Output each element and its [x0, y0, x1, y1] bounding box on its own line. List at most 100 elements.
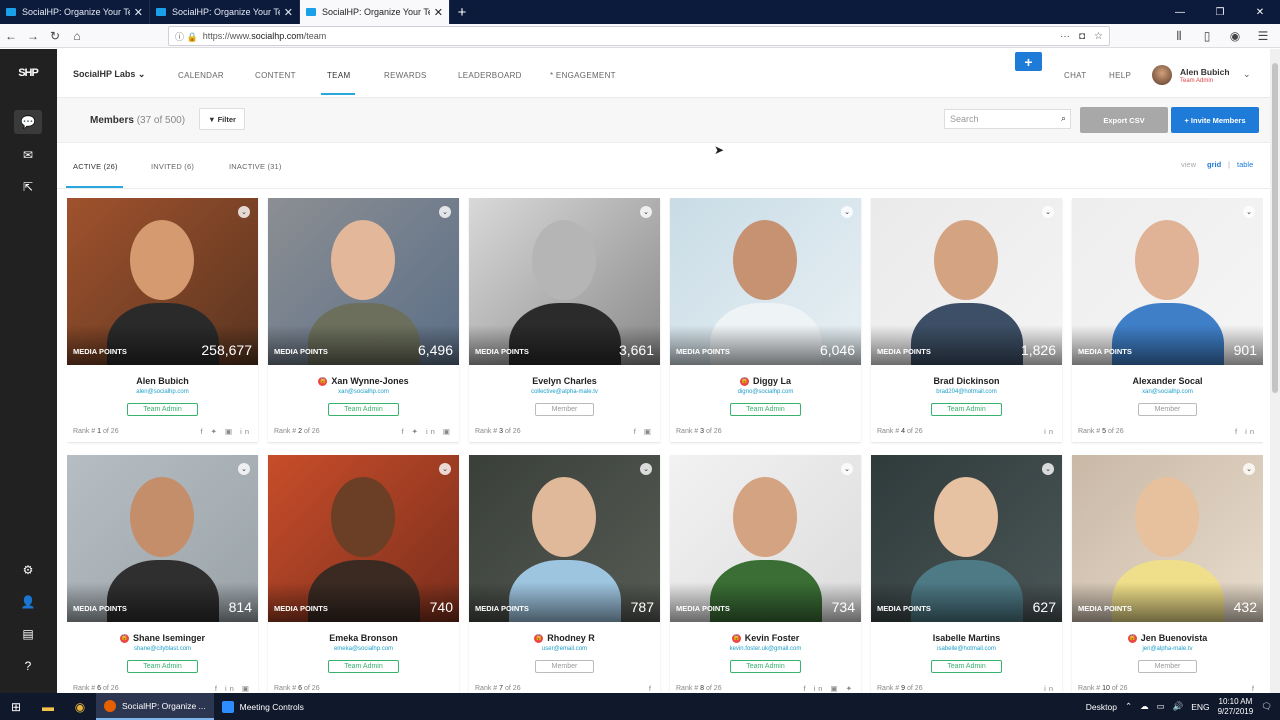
nav-chat[interactable]: CHAT [1064, 71, 1086, 80]
member-photo[interactable]: MEDIA POINTS 6,046 ⌄ [670, 198, 861, 365]
sidebar-toggle-icon[interactable]: ▯ [1196, 25, 1218, 47]
user-icon[interactable]: 👤 [14, 590, 42, 614]
mail-icon[interactable]: ✉ [14, 143, 42, 167]
member-name[interactable]: Alen Bubich [67, 376, 258, 386]
view-grid-toggle[interactable]: grid [1207, 160, 1221, 169]
member-name[interactable]: Brad Dickinson [871, 376, 1062, 386]
member-name[interactable]: Alexander Socal [1072, 376, 1263, 386]
member-card[interactable]: MEDIA POINTS 432 ⌄ 🔒 Jen Buenovista jen@alpha… [1072, 455, 1263, 693]
member-name[interactable]: 🔒 Rhodney R [469, 633, 660, 644]
member-photo[interactable]: MEDIA POINTS 3,661 ⌄ [469, 198, 660, 365]
role-badge[interactable]: Team Admin [328, 660, 399, 673]
tab-invited[interactable]: INVITED (6) [151, 162, 194, 171]
member-email[interactable]: collective@alpha-male.tv [469, 389, 660, 395]
member-photo[interactable]: MEDIA POINTS 432 ⌄ [1072, 455, 1263, 622]
member-name[interactable]: 🔒 Diggy La [670, 376, 861, 387]
library-icon[interactable]: ⫴ [1168, 25, 1190, 47]
member-email[interactable]: alen@socialhp.com [67, 389, 258, 395]
member-email[interactable]: digno@socialhp.com [670, 389, 861, 395]
member-photo[interactable]: MEDIA POINTS 901 ⌄ [1072, 198, 1263, 365]
chevron-down-icon[interactable]: ⌄ [841, 463, 853, 475]
nav-team[interactable]: TEAM [327, 71, 350, 80]
member-email[interactable]: user@email.com [469, 646, 660, 652]
new-tab-icon[interactable]: + [450, 0, 474, 24]
taskbar-app-firefox[interactable]: SocialHP: Organize ... [96, 693, 214, 720]
chevron-down-icon[interactable]: ⌄ [1042, 206, 1054, 218]
view-table-toggle[interactable]: table [1237, 160, 1253, 169]
chevron-down-icon[interactable]: ⌄ [640, 463, 652, 475]
social-links[interactable]: f in ▣ [215, 684, 252, 693]
forward-icon[interactable]: → [22, 25, 44, 47]
role-badge[interactable]: Team Admin [730, 403, 801, 416]
filter-button[interactable]: ▼ Filter [199, 108, 245, 130]
role-badge[interactable]: Team Admin [127, 660, 198, 673]
member-email[interactable]: emeka@socialhp.com [268, 646, 459, 652]
member-photo[interactable]: MEDIA POINTS 814 ⌄ [67, 455, 258, 622]
app-logo[interactable]: SHP [14, 61, 42, 85]
social-links[interactable]: f ✦ in ▣ [401, 427, 453, 436]
close-window-icon[interactable]: ✕ [1240, 0, 1280, 24]
member-photo[interactable]: MEDIA POINTS 1,826 ⌄ [871, 198, 1062, 365]
social-links[interactable]: f in [1235, 427, 1257, 436]
chrome-icon[interactable]: ◉ [64, 693, 96, 720]
export-csv-button[interactable]: Export CSV [1080, 107, 1168, 133]
member-name[interactable]: Evelyn Charles [469, 376, 660, 386]
chevron-down-icon[interactable]: ⌄ [1243, 463, 1255, 475]
social-links[interactable]: f ✦ ▣ in [200, 427, 252, 436]
search-icon[interactable]: ⌕ [1061, 113, 1066, 124]
role-badge[interactable]: Team Admin [931, 660, 1002, 673]
member-card[interactable]: MEDIA POINTS 258,677 ⌄ Alen Bubich alen@soci… [67, 198, 258, 442]
chevron-down-icon[interactable]: ⌄ [238, 463, 250, 475]
nav-rewards[interactable]: REWARDS [384, 71, 427, 80]
member-email[interactable]: jen@alpha-male.tv [1072, 646, 1263, 652]
member-name[interactable]: 🔒 Shane Iseminger [67, 633, 258, 644]
member-card[interactable]: MEDIA POINTS 734 ⌄ 🔒 Kevin Foster kevin.foste… [670, 455, 861, 693]
member-email[interactable]: shane@cityblast.com [67, 646, 258, 652]
account-icon[interactable]: ◉ [1224, 25, 1246, 47]
menu-icon[interactable]: ☰ [1252, 25, 1274, 47]
gear-icon[interactable]: ⚙ [14, 558, 42, 582]
member-photo[interactable]: MEDIA POINTS 787 ⌄ [469, 455, 660, 622]
close-tab-icon[interactable]: ✕ [134, 6, 143, 19]
social-links[interactable]: f [1252, 684, 1257, 693]
member-email[interactable]: xan@socialhp.com [1072, 389, 1263, 395]
nav-help[interactable]: HELP [1109, 71, 1131, 80]
role-badge[interactable]: Team Admin [931, 403, 1002, 416]
org-switcher[interactable]: SocialHP Labs ⌄ [73, 69, 145, 80]
member-card[interactable]: MEDIA POINTS 787 ⌄ 🔒 Rhodney R user@email.com… [469, 455, 660, 693]
browser-tab-active[interactable]: SocialHP: Organize Your Team ✕ [300, 0, 450, 24]
role-badge[interactable]: Team Admin [328, 403, 399, 416]
clock[interactable]: 10:10 AM 9/27/2019 [1218, 697, 1254, 717]
member-card[interactable]: MEDIA POINTS 6,046 ⌄ 🔒 Diggy La digno@socialh… [670, 198, 861, 442]
role-badge[interactable]: Team Admin [730, 660, 801, 673]
taskbar-app-zoom[interactable]: Meeting Controls [214, 693, 312, 720]
chevron-down-icon[interactable]: ⌄ [841, 206, 853, 218]
restore-icon[interactable]: ❐ [1200, 0, 1240, 24]
document-icon[interactable]: ▤ [14, 622, 42, 646]
member-card[interactable]: MEDIA POINTS 1,826 ⌄ Brad Dickinson brad204@… [871, 198, 1062, 442]
member-name[interactable]: 🔒 Kevin Foster [670, 633, 861, 644]
role-badge[interactable]: Team Admin [127, 403, 198, 416]
nav-calendar[interactable]: CALENDAR [178, 71, 224, 80]
social-links[interactable]: in [1044, 684, 1056, 693]
address-bar[interactable]: ⓘ 🔒 https://www.socialhp.com/team ··· ◘ ☆ [168, 26, 1110, 46]
page-scrollbar[interactable] [1270, 49, 1280, 693]
social-links[interactable]: f ▣ [634, 427, 654, 436]
member-name[interactable]: Isabelle Martins [871, 633, 1062, 643]
file-explorer-icon[interactable]: ▬ [32, 693, 64, 720]
member-name[interactable]: Emeka Bronson [268, 633, 459, 643]
member-photo[interactable]: MEDIA POINTS 6,496 ⌄ [268, 198, 459, 365]
close-tab-icon[interactable]: ✕ [434, 6, 443, 19]
chevron-down-icon[interactable]: ⌄ [640, 206, 652, 218]
language-indicator[interactable]: ENG [1191, 702, 1209, 712]
cloud-icon[interactable]: ☁ [1140, 701, 1149, 712]
social-links[interactable]: in [1044, 427, 1056, 436]
member-card[interactable]: MEDIA POINTS 901 ⌄ Alexander Socal xan@socia… [1072, 198, 1263, 442]
browser-tab[interactable]: SocialHP: Organize Your Team ✕ [0, 0, 150, 24]
member-email[interactable]: isabelle@hotmail.com [871, 646, 1062, 652]
member-name[interactable]: 🔒 Xan Wynne-Jones [268, 376, 459, 387]
nav-engagement[interactable]: * ENGAGEMENT [550, 71, 616, 80]
member-photo[interactable]: MEDIA POINTS 740 ⌄ [268, 455, 459, 622]
chevron-up-icon[interactable]: ⌃ [1125, 701, 1132, 712]
member-card[interactable]: MEDIA POINTS 814 ⌄ 🔒 Shane Iseminger shane@ci… [67, 455, 258, 693]
